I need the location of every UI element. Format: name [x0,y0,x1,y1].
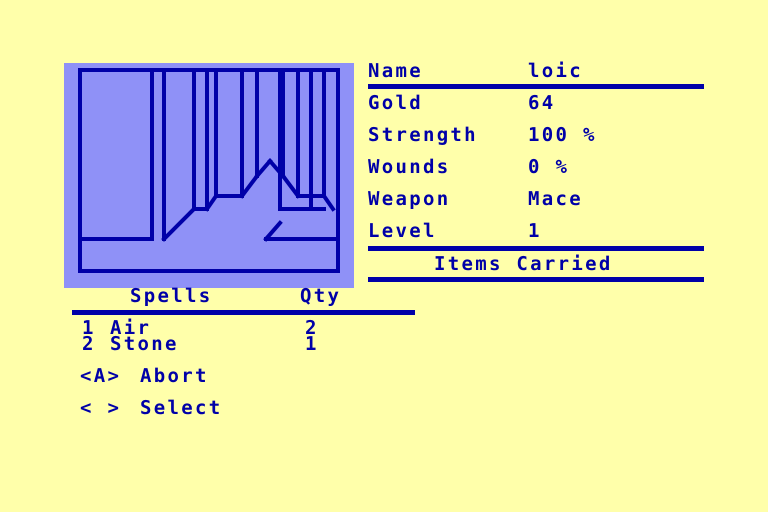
stat-label-level: Level [368,220,437,242]
stat-label-weapon: Weapon [368,188,451,210]
game-screen: Name loic Gold 64 Strength 100 % Wounds … [0,0,768,512]
corridor-wireframe [78,68,340,273]
stat-label-name: Name [368,60,423,82]
stat-label-gold: Gold [368,92,423,114]
stat-value-name: loic [528,60,583,82]
stat-value-gold: 64 [528,92,556,114]
select-key: < > [80,397,122,419]
divider-below-items-carried [368,277,704,282]
stat-value-wounds: 0 % [528,156,570,178]
items-carried-header: Items Carried [434,253,613,275]
spells-column-header: Spells [130,285,213,307]
abort-key: <A> [80,365,122,387]
spell-qty: 1 [305,333,319,355]
stat-label-wounds: Wounds [368,156,451,178]
stat-value-level: 1 [528,220,542,242]
spell-name: Stone [110,333,179,355]
select-label: Select [140,397,223,419]
dungeon-corridor-view[interactable] [64,63,354,288]
stat-value-weapon: Mace [528,188,583,210]
qty-column-header: Qty [300,285,342,307]
divider-under-name [368,84,704,89]
abort-label: Abort [140,365,209,387]
spell-index: 2 [82,333,96,355]
stat-value-strength: 100 % [528,124,597,146]
divider-above-items-carried [368,246,704,251]
stat-label-strength: Strength [368,124,478,146]
divider-under-spell-headers [72,310,415,315]
